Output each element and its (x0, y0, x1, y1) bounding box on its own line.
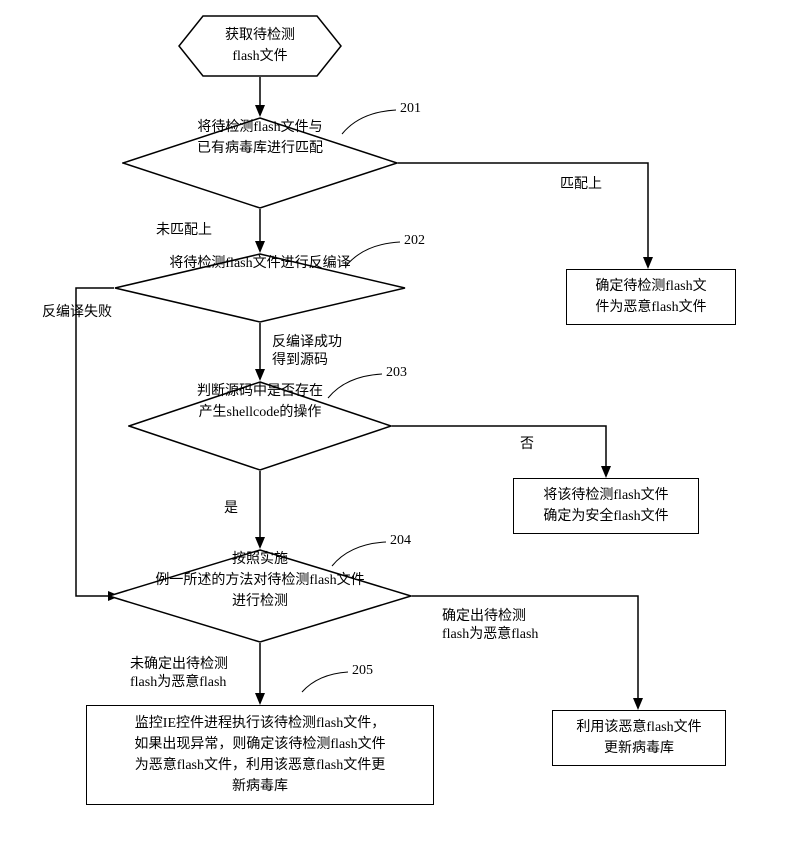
box-update: 利用该恶意flash文件 更新病毒库 (552, 710, 726, 766)
edge-unmatched-label: 未匹配上 (156, 222, 212, 240)
start-node: 获取待检测 flash文件 (178, 15, 342, 77)
edge-decomp-fail-label: 反编译失败 (42, 304, 112, 322)
step-202-num: 202 (404, 232, 425, 250)
edge-decomp-ok-label: 反编译成功 得到源码 (272, 334, 342, 370)
step-201-num: 201 (400, 100, 421, 118)
arrow-203-no (392, 420, 618, 478)
arrow-203-yes (254, 471, 266, 549)
box-malicious: 确定待检测flash文 件为恶意flash文件 (566, 269, 736, 325)
arrow-201-matched (398, 157, 660, 269)
step-203-num: 203 (386, 364, 407, 382)
edge-notdetected-label: 未确定出待检测 flash为恶意flash (130, 656, 228, 692)
step-204-num: 204 (390, 532, 411, 550)
box-safe: 将该待检测flash文件 确定为安全flash文件 (513, 478, 699, 534)
leader-202 (344, 240, 400, 268)
arrow-204-notdetected (254, 643, 266, 705)
leader-201 (340, 108, 396, 136)
step-205: 监控IE控件进程执行该待检测flash文件， 如果出现异常，则确定该待检测fla… (86, 705, 434, 805)
arrow-start-201 (254, 77, 266, 117)
edge-detected-label: 确定出待检测 flash为恶意flash (442, 608, 538, 644)
arrow-201-unmatched (254, 209, 266, 253)
edge-matched-label: 匹配上 (560, 176, 602, 194)
edge-no-label: 否 (520, 436, 534, 454)
flowchart: 获取待检测 flash文件 将待检测flash文件与 已有病毒库进行匹配 201… (0, 0, 800, 852)
leader-205 (300, 670, 348, 694)
leader-203 (326, 372, 382, 400)
step-205-num: 205 (352, 662, 373, 680)
arrow-202-ok (254, 323, 266, 381)
leader-204 (330, 540, 386, 568)
edge-yes-label: 是 (224, 500, 238, 518)
start-label: 获取待检测 flash文件 (185, 25, 335, 67)
